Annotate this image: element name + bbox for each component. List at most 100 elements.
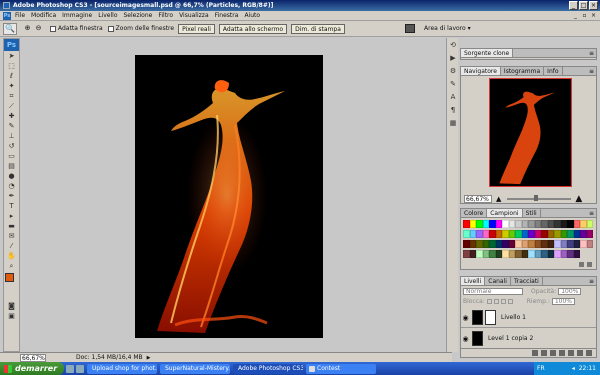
tab-swatches[interactable]: Campioni: [487, 209, 523, 217]
color-swatch[interactable]: [586, 240, 593, 248]
zoom-in-icon[interactable]: ⊕: [23, 24, 32, 33]
adjustment-layer-icon[interactable]: [559, 350, 565, 356]
path-selection-tool-icon[interactable]: ▸: [4, 211, 19, 221]
slice-tool-icon[interactable]: ⟋: [4, 101, 19, 111]
lock-all-icon[interactable]: [507, 299, 513, 304]
lock-position-icon[interactable]: [500, 299, 506, 304]
blur-tool-icon[interactable]: ●: [4, 171, 19, 181]
shape-tool-icon[interactable]: ▬: [4, 221, 19, 231]
clone-stamp-tool-icon[interactable]: ⊥: [4, 131, 19, 141]
tab-color[interactable]: Colore: [461, 209, 488, 217]
quicklaunch-desktop-icon[interactable]: [76, 364, 84, 373]
taskbar-item[interactable]: Adobe Photoshop CS3 ...: [233, 363, 303, 374]
gradient-tool-icon[interactable]: ▤: [4, 161, 19, 171]
palette-dock-icon[interactable]: [405, 24, 415, 33]
menu-selezione[interactable]: Selezione: [124, 12, 153, 19]
tab-layers[interactable]: Livelli: [461, 277, 486, 285]
menu-finestra[interactable]: Finestra: [215, 12, 239, 19]
history-brush-tool-icon[interactable]: ↺: [4, 141, 19, 151]
zoom-out-mountain-icon[interactable]: ▲: [496, 195, 501, 203]
start-button[interactable]: demarrer: [0, 362, 64, 375]
pen-tool-icon[interactable]: ✒: [4, 191, 19, 201]
tray-icon[interactable]: ◂: [572, 365, 575, 372]
eraser-tool-icon[interactable]: ▭: [4, 151, 19, 161]
visibility-eye-icon[interactable]: ◉: [461, 335, 470, 343]
tab-channels[interactable]: Canali: [485, 277, 511, 285]
tab-paths[interactable]: Tracciati: [510, 277, 543, 285]
menu-modifica[interactable]: Modifica: [31, 12, 56, 19]
layer-row[interactable]: ◉ Level 1 copia 2: [461, 329, 596, 349]
lock-pixels-icon[interactable]: [493, 299, 499, 304]
menu-livello[interactable]: Livello: [98, 12, 117, 19]
tab-clone-source[interactable]: Sorgente clone: [461, 49, 514, 57]
language-indicator[interactable]: FR: [537, 365, 545, 372]
move-tool-icon[interactable]: ➤: [4, 51, 19, 61]
hand-tool-icon[interactable]: ✋: [4, 251, 19, 261]
paragraph-panel-icon[interactable]: ¶: [448, 105, 458, 115]
doc-close-button[interactable]: ×: [590, 12, 597, 19]
menu-aiuto[interactable]: Aiuto: [244, 12, 260, 19]
actual-pixels-button[interactable]: Pixel reali: [178, 23, 215, 34]
tab-navigator[interactable]: Navigatore: [461, 67, 501, 75]
layer-row[interactable]: ◉ Livello 1: [461, 308, 596, 328]
tab-styles[interactable]: Stili: [522, 209, 541, 217]
zoom-tool-small-icon[interactable]: ⌕: [4, 261, 19, 271]
new-layer-icon[interactable]: [577, 350, 583, 356]
foreground-color-swatch[interactable]: [5, 273, 14, 282]
opacity-field[interactable]: 100%: [558, 288, 582, 295]
zoom-in-mountain-icon[interactable]: ▲: [575, 194, 582, 204]
quicklaunch-ie-icon[interactable]: [66, 364, 74, 373]
taskbar-item[interactable]: Upload shop for phot...: [87, 363, 157, 374]
menu-visualizza[interactable]: Visualizza: [179, 12, 209, 19]
marquee-tool-icon[interactable]: ⬚: [4, 61, 19, 71]
delete-swatch-icon[interactable]: [587, 262, 592, 267]
character-panel-icon[interactable]: A: [448, 92, 458, 102]
zoom-all-checkbox[interactable]: Zoom delle finestre: [107, 25, 174, 32]
panel-menu-icon[interactable]: ≡: [589, 209, 594, 218]
history-panel-icon[interactable]: ⟲: [448, 40, 458, 50]
layer-comps-icon[interactable]: ▦: [448, 118, 458, 128]
document-canvas[interactable]: [135, 55, 323, 338]
visibility-eye-icon[interactable]: ◉: [461, 314, 470, 322]
brush-tool-icon[interactable]: ✎: [4, 121, 19, 131]
navigator-thumbnail[interactable]: [489, 78, 572, 187]
zoom-tool-icon[interactable]: 🔍: [3, 22, 17, 35]
notes-tool-icon[interactable]: ✉: [4, 231, 19, 241]
menu-immagine[interactable]: Immagine: [62, 12, 92, 19]
eyedropper-tool-icon[interactable]: ⁄: [4, 241, 19, 251]
layer-style-icon[interactable]: [541, 350, 547, 356]
panel-menu-icon[interactable]: ≡: [589, 67, 594, 76]
ps-menu-icon[interactable]: Ps: [3, 11, 11, 20]
print-size-button[interactable]: Dim. di stampa: [291, 23, 345, 34]
blend-mode-select[interactable]: Normale: [463, 288, 523, 295]
tab-info[interactable]: Info: [544, 67, 563, 75]
color-swatch[interactable]: [586, 220, 593, 228]
panel-menu-icon[interactable]: ≡: [589, 49, 594, 58]
status-zoom-field[interactable]: 66,67%: [20, 353, 46, 362]
new-group-icon[interactable]: [568, 350, 574, 356]
delete-layer-icon[interactable]: [586, 350, 592, 356]
taskbar-item[interactable]: Contest: [306, 363, 376, 374]
workspace-menu[interactable]: Area di lavoro ▾: [424, 25, 471, 32]
lasso-tool-icon[interactable]: ℓ: [4, 71, 19, 81]
color-swatch[interactable]: [586, 230, 593, 238]
tool-presets-icon[interactable]: ⚙: [448, 66, 458, 76]
type-tool-icon[interactable]: T: [4, 201, 19, 211]
close-button[interactable]: ×: [589, 1, 598, 10]
color-swatches[interactable]: [4, 271, 19, 301]
quick-mask-icon[interactable]: ◙: [4, 301, 19, 311]
magic-wand-tool-icon[interactable]: ✦: [4, 81, 19, 91]
crop-tool-icon[interactable]: ⌗: [4, 91, 19, 101]
doc-restore-button[interactable]: ▫: [581, 12, 588, 19]
taskbar-item[interactable]: SuperNatural-Mistery...: [160, 363, 230, 374]
menu-filtro[interactable]: Filtro: [158, 12, 173, 19]
maximize-button[interactable]: □: [579, 1, 588, 10]
dodge-tool-icon[interactable]: ◔: [4, 181, 19, 191]
slider-thumb[interactable]: [533, 195, 538, 201]
fit-window-checkbox[interactable]: Adatta finestra: [50, 25, 103, 32]
minimize-button[interactable]: _: [569, 1, 578, 10]
navigator-zoom-field[interactable]: 66,67%: [464, 195, 492, 203]
link-layers-icon[interactable]: [532, 350, 538, 356]
brushes-panel-icon[interactable]: ✎: [448, 79, 458, 89]
panel-menu-icon[interactable]: ≡: [589, 277, 594, 286]
